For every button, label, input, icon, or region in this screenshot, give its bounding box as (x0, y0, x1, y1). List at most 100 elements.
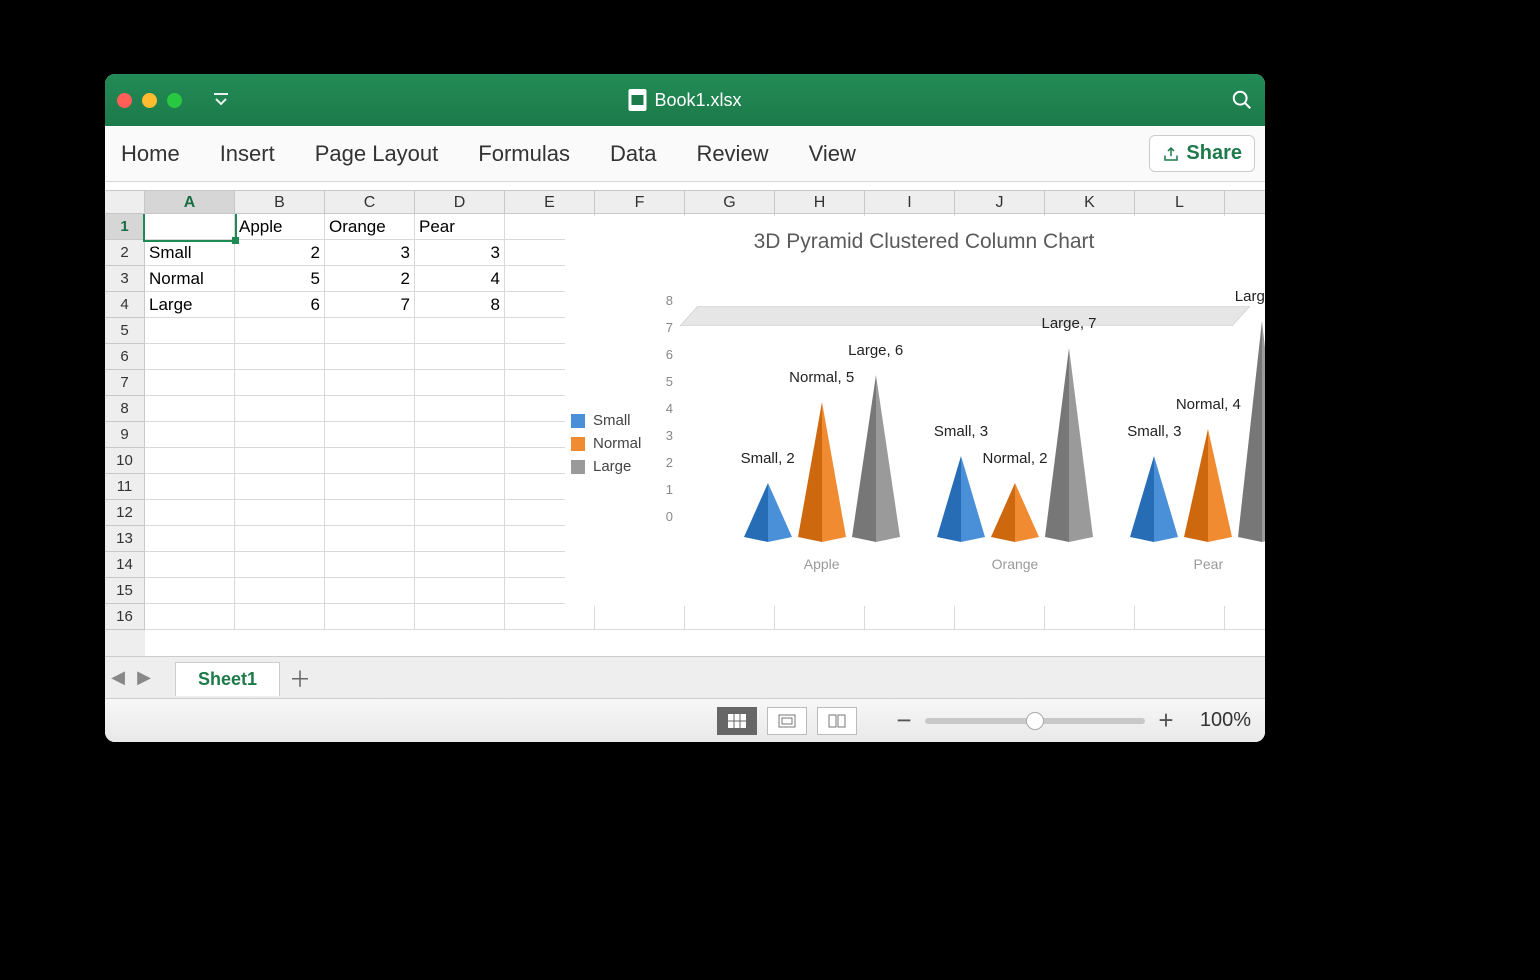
cell[interactable]: 3 (415, 240, 505, 265)
select-all-corner[interactable] (105, 191, 145, 213)
column-header-K[interactable]: K (1045, 191, 1135, 213)
cell[interactable] (235, 578, 325, 603)
cell[interactable] (145, 448, 235, 473)
cell[interactable] (235, 422, 325, 447)
cell[interactable] (145, 422, 235, 447)
cell[interactable] (325, 422, 415, 447)
cell[interactable]: Normal (145, 266, 235, 291)
cell[interactable]: 3 (325, 240, 415, 265)
row-header-5[interactable]: 5 (105, 318, 145, 344)
cell[interactable] (145, 318, 235, 343)
cells-area[interactable]: AppleOrangePearSmall233Normal524Large678… (145, 214, 1265, 656)
cell[interactable] (325, 396, 415, 421)
cell[interactable] (145, 214, 235, 239)
cell[interactable] (775, 604, 865, 629)
cell[interactable] (955, 604, 1045, 629)
cell[interactable] (325, 344, 415, 369)
cell[interactable] (505, 604, 595, 629)
cell[interactable] (685, 604, 775, 629)
ribbon-tab-review[interactable]: Review (690, 135, 774, 173)
cell[interactable] (415, 526, 505, 551)
column-header-A[interactable]: A (145, 191, 235, 213)
cell[interactable]: Large (145, 292, 235, 317)
cell[interactable]: 6 (235, 292, 325, 317)
cell[interactable]: 7 (325, 292, 415, 317)
cell[interactable] (415, 344, 505, 369)
zoom-out-button[interactable]: − (893, 705, 915, 736)
cell[interactable] (325, 370, 415, 395)
row-header-15[interactable]: 15 (105, 578, 145, 604)
ribbon-tab-formulas[interactable]: Formulas (472, 135, 576, 173)
row-header-3[interactable]: 3 (105, 266, 145, 292)
column-header-G[interactable]: G (685, 191, 775, 213)
cell[interactable]: 8 (415, 292, 505, 317)
cell[interactable] (235, 344, 325, 369)
cell[interactable] (145, 500, 235, 525)
zoom-level[interactable]: 100% (1187, 709, 1251, 732)
column-header-D[interactable]: D (415, 191, 505, 213)
cell[interactable] (235, 604, 325, 629)
cell[interactable] (325, 552, 415, 577)
ribbon-tab-data[interactable]: Data (604, 135, 662, 173)
ribbon-tab-home[interactable]: Home (115, 135, 186, 173)
row-header-8[interactable]: 8 (105, 396, 145, 422)
cell[interactable] (235, 318, 325, 343)
column-header-F[interactable]: F (595, 191, 685, 213)
search-icon[interactable] (1231, 89, 1253, 111)
ribbon-tab-page-layout[interactable]: Page Layout (309, 135, 445, 173)
cell[interactable] (235, 500, 325, 525)
column-header-C[interactable]: C (325, 191, 415, 213)
cell[interactable] (145, 396, 235, 421)
cell[interactable] (145, 552, 235, 577)
cell[interactable] (325, 578, 415, 603)
sheet-nav-prev-icon[interactable]: ◀ (105, 667, 131, 688)
new-sheet-button[interactable]: ＋ (280, 662, 320, 694)
cell[interactable] (865, 604, 955, 629)
row-header-1[interactable]: 1 (105, 214, 145, 240)
sheet-tab-active[interactable]: Sheet1 (175, 662, 280, 696)
row-header-10[interactable]: 10 (105, 448, 145, 474)
cell[interactable] (415, 552, 505, 577)
cell[interactable] (415, 474, 505, 499)
cell[interactable] (415, 500, 505, 525)
cell[interactable]: 4 (415, 266, 505, 291)
row-header-4[interactable]: 4 (105, 292, 145, 318)
column-header-E[interactable]: E (505, 191, 595, 213)
cell[interactable] (415, 448, 505, 473)
cell[interactable] (145, 604, 235, 629)
cell[interactable] (325, 604, 415, 629)
column-header-H[interactable]: H (775, 191, 865, 213)
row-header-16[interactable]: 16 (105, 604, 145, 630)
ribbon-tab-view[interactable]: View (803, 135, 862, 173)
cell[interactable] (235, 370, 325, 395)
cell[interactable] (145, 474, 235, 499)
cell[interactable] (415, 318, 505, 343)
row-header-9[interactable]: 9 (105, 422, 145, 448)
cell[interactable] (415, 370, 505, 395)
cell[interactable] (235, 552, 325, 577)
column-header-B[interactable]: B (235, 191, 325, 213)
share-button[interactable]: Share (1149, 135, 1255, 172)
zoom-in-button[interactable]: + (1155, 705, 1177, 736)
row-header-2[interactable]: 2 (105, 240, 145, 266)
cell[interactable] (325, 448, 415, 473)
maximize-window-button[interactable] (167, 93, 182, 108)
cell[interactable] (325, 318, 415, 343)
column-header-J[interactable]: J (955, 191, 1045, 213)
row-header-12[interactable]: 12 (105, 500, 145, 526)
cell[interactable]: 2 (235, 240, 325, 265)
cell[interactable] (235, 526, 325, 551)
sheet-nav-next-icon[interactable]: ▶ (131, 667, 157, 688)
cell[interactable] (1045, 604, 1135, 629)
row-header-13[interactable]: 13 (105, 526, 145, 552)
spreadsheet-grid[interactable]: 12345678910111213141516 AppleOrangePearS… (105, 214, 1265, 656)
row-header-7[interactable]: 7 (105, 370, 145, 396)
cell[interactable]: Apple (235, 214, 325, 239)
cell[interactable]: Pear (415, 214, 505, 239)
minimize-window-button[interactable] (142, 93, 157, 108)
cell[interactable]: 2 (325, 266, 415, 291)
embedded-chart[interactable]: 3D Pyramid Clustered Column Chart SmallN… (565, 216, 1265, 606)
quick-access-dropdown-icon[interactable] (212, 92, 230, 109)
cell[interactable] (415, 422, 505, 447)
ribbon-tab-insert[interactable]: Insert (214, 135, 281, 173)
